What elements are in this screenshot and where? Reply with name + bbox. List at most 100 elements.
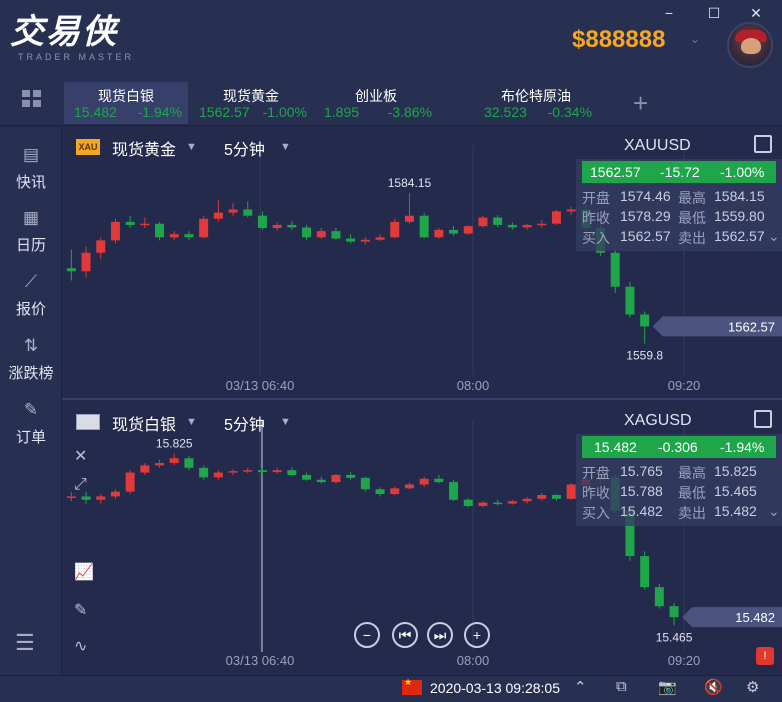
candle-body — [257, 470, 267, 473]
logo-subtitle: TRADER MASTER — [18, 52, 135, 62]
camera-icon[interactable]: 📷 — [658, 678, 677, 696]
candle-body — [316, 479, 326, 483]
open-label: 开盘 — [582, 465, 610, 481]
candle-body — [390, 221, 400, 238]
candle-body — [610, 252, 620, 287]
candle-body — [404, 215, 414, 222]
quote-tab-change: -1.00% — [262, 104, 307, 120]
grid-layout-icon[interactable] — [22, 90, 42, 108]
alert-icon[interactable]: ! — [756, 647, 774, 665]
quote-tab[interactable]: 创业板 1.895 -3.86% — [314, 82, 438, 124]
quote-tab-name: 创业板 — [355, 88, 397, 104]
candle-body — [640, 314, 650, 327]
candle-body — [66, 496, 76, 498]
candle-body — [375, 489, 385, 495]
jump-start-button[interactable]: ⏮ — [392, 622, 418, 648]
close-icon[interactable]: ✕ — [74, 446, 87, 466]
zoom-in-button[interactable]: + — [464, 622, 490, 648]
sidebar-item[interactable]: ▤ 快讯 — [0, 145, 62, 192]
chevron-down-icon[interactable]: ▼ — [186, 141, 197, 153]
minimize-icon[interactable]: − — [659, 4, 679, 22]
indicator-icon[interactable]: 📈 — [74, 562, 94, 582]
quote-tab[interactable]: 布伦特原油 32.523 -0.34% — [474, 82, 598, 124]
jump-end-button[interactable]: ⏭ — [427, 622, 453, 648]
news-icon: ▤ — [22, 145, 40, 164]
candle-body — [419, 215, 429, 238]
expand-panel-icon[interactable] — [754, 135, 772, 153]
avatar-face-shape — [741, 38, 761, 54]
prev-close-value: 1578.29 — [620, 208, 671, 224]
gear-icon[interactable]: ⚙ — [746, 678, 759, 696]
expand-panel-icon[interactable] — [754, 410, 772, 428]
add-tab-icon[interactable]: + — [633, 88, 648, 119]
china-flag-icon — [402, 677, 422, 695]
avatar[interactable] — [727, 22, 773, 68]
chevron-down-icon[interactable]: ⌄ — [768, 503, 780, 520]
waveform-icon[interactable]: ∿ — [74, 636, 87, 656]
ask-label: 卖出 — [678, 505, 706, 521]
x-tick-label: 08:00 — [457, 378, 490, 393]
candle-body — [551, 211, 561, 224]
quote-icon: ⟋ — [25, 272, 37, 291]
zoom-out-button[interactable]: − — [354, 622, 380, 648]
bid-value: 1562.57 — [620, 228, 671, 244]
chevron-down-icon[interactable]: ⌄ — [768, 228, 780, 245]
candle-body — [375, 237, 385, 240]
low-label: 最低 — [678, 210, 706, 226]
period-selector[interactable]: 5分钟 — [224, 411, 265, 435]
change-value: -0.306 — [658, 439, 698, 455]
fullscreen-icon[interactable]: ⤢ — [74, 476, 87, 494]
last-price-label: 1562.57 — [728, 319, 775, 334]
low-value: 1559.80 — [714, 208, 765, 224]
app-logo: 交易侠 TRADER MASTER — [10, 14, 134, 62]
menu-icon[interactable]: ☰ — [15, 630, 35, 656]
chevron-down-icon[interactable]: ⌄ — [690, 32, 700, 46]
price-change-bar: 1562.57 -15.72 -1.00% — [582, 161, 776, 183]
candle-body — [169, 234, 179, 238]
candle-body — [654, 587, 664, 607]
chevron-down-icon[interactable]: ▼ — [280, 416, 291, 428]
candle-body — [257, 215, 267, 229]
candle-body — [316, 231, 326, 238]
close-icon[interactable]: ✕ — [746, 4, 766, 22]
maximize-icon[interactable]: ☐ — [704, 4, 724, 22]
silver-badge-icon — [76, 414, 100, 430]
window-layout-icon[interactable]: ⧉ — [616, 678, 627, 695]
drawing-tool-icon[interactable]: ✎ — [74, 600, 87, 620]
chart-panel-xagusd[interactable]: 03/13 06:40 08:00 09:20 15.825 15.465 15.482 … — [62, 402, 782, 675]
chevron-down-icon[interactable]: ▼ — [280, 141, 291, 153]
symbol-name[interactable]: 现货白银 — [112, 411, 176, 435]
bid-label: 买入 — [582, 505, 610, 521]
sidebar-item-label: 订单 — [15, 429, 46, 446]
sidebar-item[interactable]: ⟋ 报价 — [0, 272, 62, 319]
candle-body — [302, 474, 312, 480]
candle-body — [625, 286, 635, 315]
mute-icon[interactable]: 🔇 — [704, 678, 723, 696]
quote-tab[interactable]: 现货黄金 1562.57 -1.00% — [189, 82, 313, 124]
candle-body — [434, 478, 444, 483]
x-tick-label: 03/13 06:40 — [226, 378, 295, 393]
sidebar-item[interactable]: ⇅ 涨跌榜 — [0, 336, 62, 383]
symbol-name[interactable]: 现货黄金 — [112, 136, 176, 160]
sidebar-item[interactable]: ▦ 日历 — [0, 208, 62, 255]
last-price-label: 15.482 — [735, 610, 775, 625]
symbol-code: XAUUSD — [624, 137, 691, 154]
chart-panel-xauusd[interactable]: 03/13 06:40 08:00 09:20 1584.15 1559.8 1562.5… — [62, 127, 782, 400]
quote-tab[interactable]: 现货白银 15.482 -1.94% — [64, 82, 188, 124]
candle-body — [404, 484, 414, 489]
current-price: 1562.57 — [590, 164, 641, 180]
account-balance[interactable]: $888888 — [572, 26, 665, 54]
open-label: 开盘 — [582, 190, 610, 206]
candle-body — [287, 470, 297, 475]
candle-body — [125, 221, 135, 225]
sidebar-item[interactable]: ✎ 订单 — [0, 400, 62, 447]
candle-body — [81, 496, 91, 500]
chevron-up-icon[interactable]: ⌃ — [574, 678, 587, 696]
candle-body — [140, 465, 150, 473]
bid-value: 15.482 — [620, 503, 663, 519]
server-time: 2020-03-13 09:28:05 — [430, 680, 560, 696]
ranking-icon: ⇅ — [23, 336, 39, 355]
period-selector[interactable]: 5分钟 — [224, 136, 265, 160]
candle-body — [331, 474, 341, 483]
chevron-down-icon[interactable]: ▼ — [186, 416, 197, 428]
